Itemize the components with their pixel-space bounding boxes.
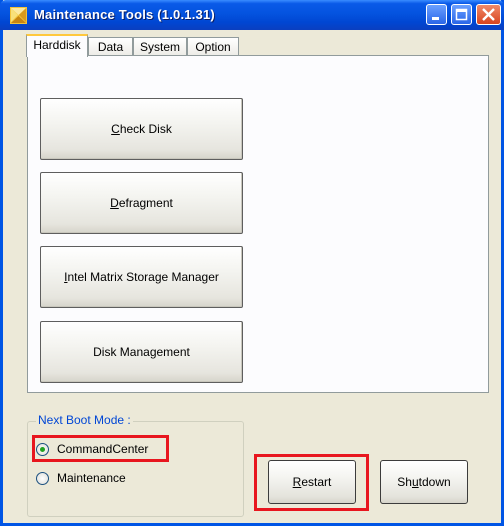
restart-button[interactable]: Restart <box>268 460 356 504</box>
shutdown-button[interactable]: Sh u tdown <box>380 460 468 504</box>
radio-maintenance[interactable]: Maintenance <box>36 468 126 488</box>
tab-harddisk[interactable]: Harddisk <box>26 34 88 57</box>
check-disk-button[interactable]: Check Disk <box>40 98 243 160</box>
maximize-button[interactable] <box>451 4 472 25</box>
close-button[interactable] <box>476 4 501 25</box>
minimize-button[interactable] <box>426 4 447 25</box>
radio-commandcenter[interactable]: CommandCenter <box>36 439 148 459</box>
disk-management-button[interactable]: Disk Management <box>40 321 243 383</box>
intel-matrix-storage-manager-button[interactable]: Intel Matrix Storage Manager <box>40 246 243 308</box>
close-icon <box>482 8 495 21</box>
defragment-button[interactable]: Defragment <box>40 172 243 234</box>
app-icon <box>10 7 27 24</box>
radio-maintenance-label: Maintenance <box>57 471 126 485</box>
tab-system[interactable]: System <box>133 37 187 56</box>
radio-commandcenter-label: CommandCenter <box>57 442 149 456</box>
radio-checked-icon[interactable] <box>36 442 49 456</box>
maximize-icon <box>455 8 468 21</box>
next-boot-mode-label: Next Boot Mode : <box>36 413 133 427</box>
tab-option[interactable]: Option <box>187 37 239 56</box>
minimize-icon <box>432 17 439 20</box>
tab-data[interactable]: Data <box>88 37 133 56</box>
title-bar[interactable]: Maintenance Tools (1.0.1.31) <box>0 0 504 30</box>
window-title: Maintenance Tools (1.0.1.31) <box>34 7 215 22</box>
radio-unchecked-icon[interactable] <box>36 471 49 485</box>
